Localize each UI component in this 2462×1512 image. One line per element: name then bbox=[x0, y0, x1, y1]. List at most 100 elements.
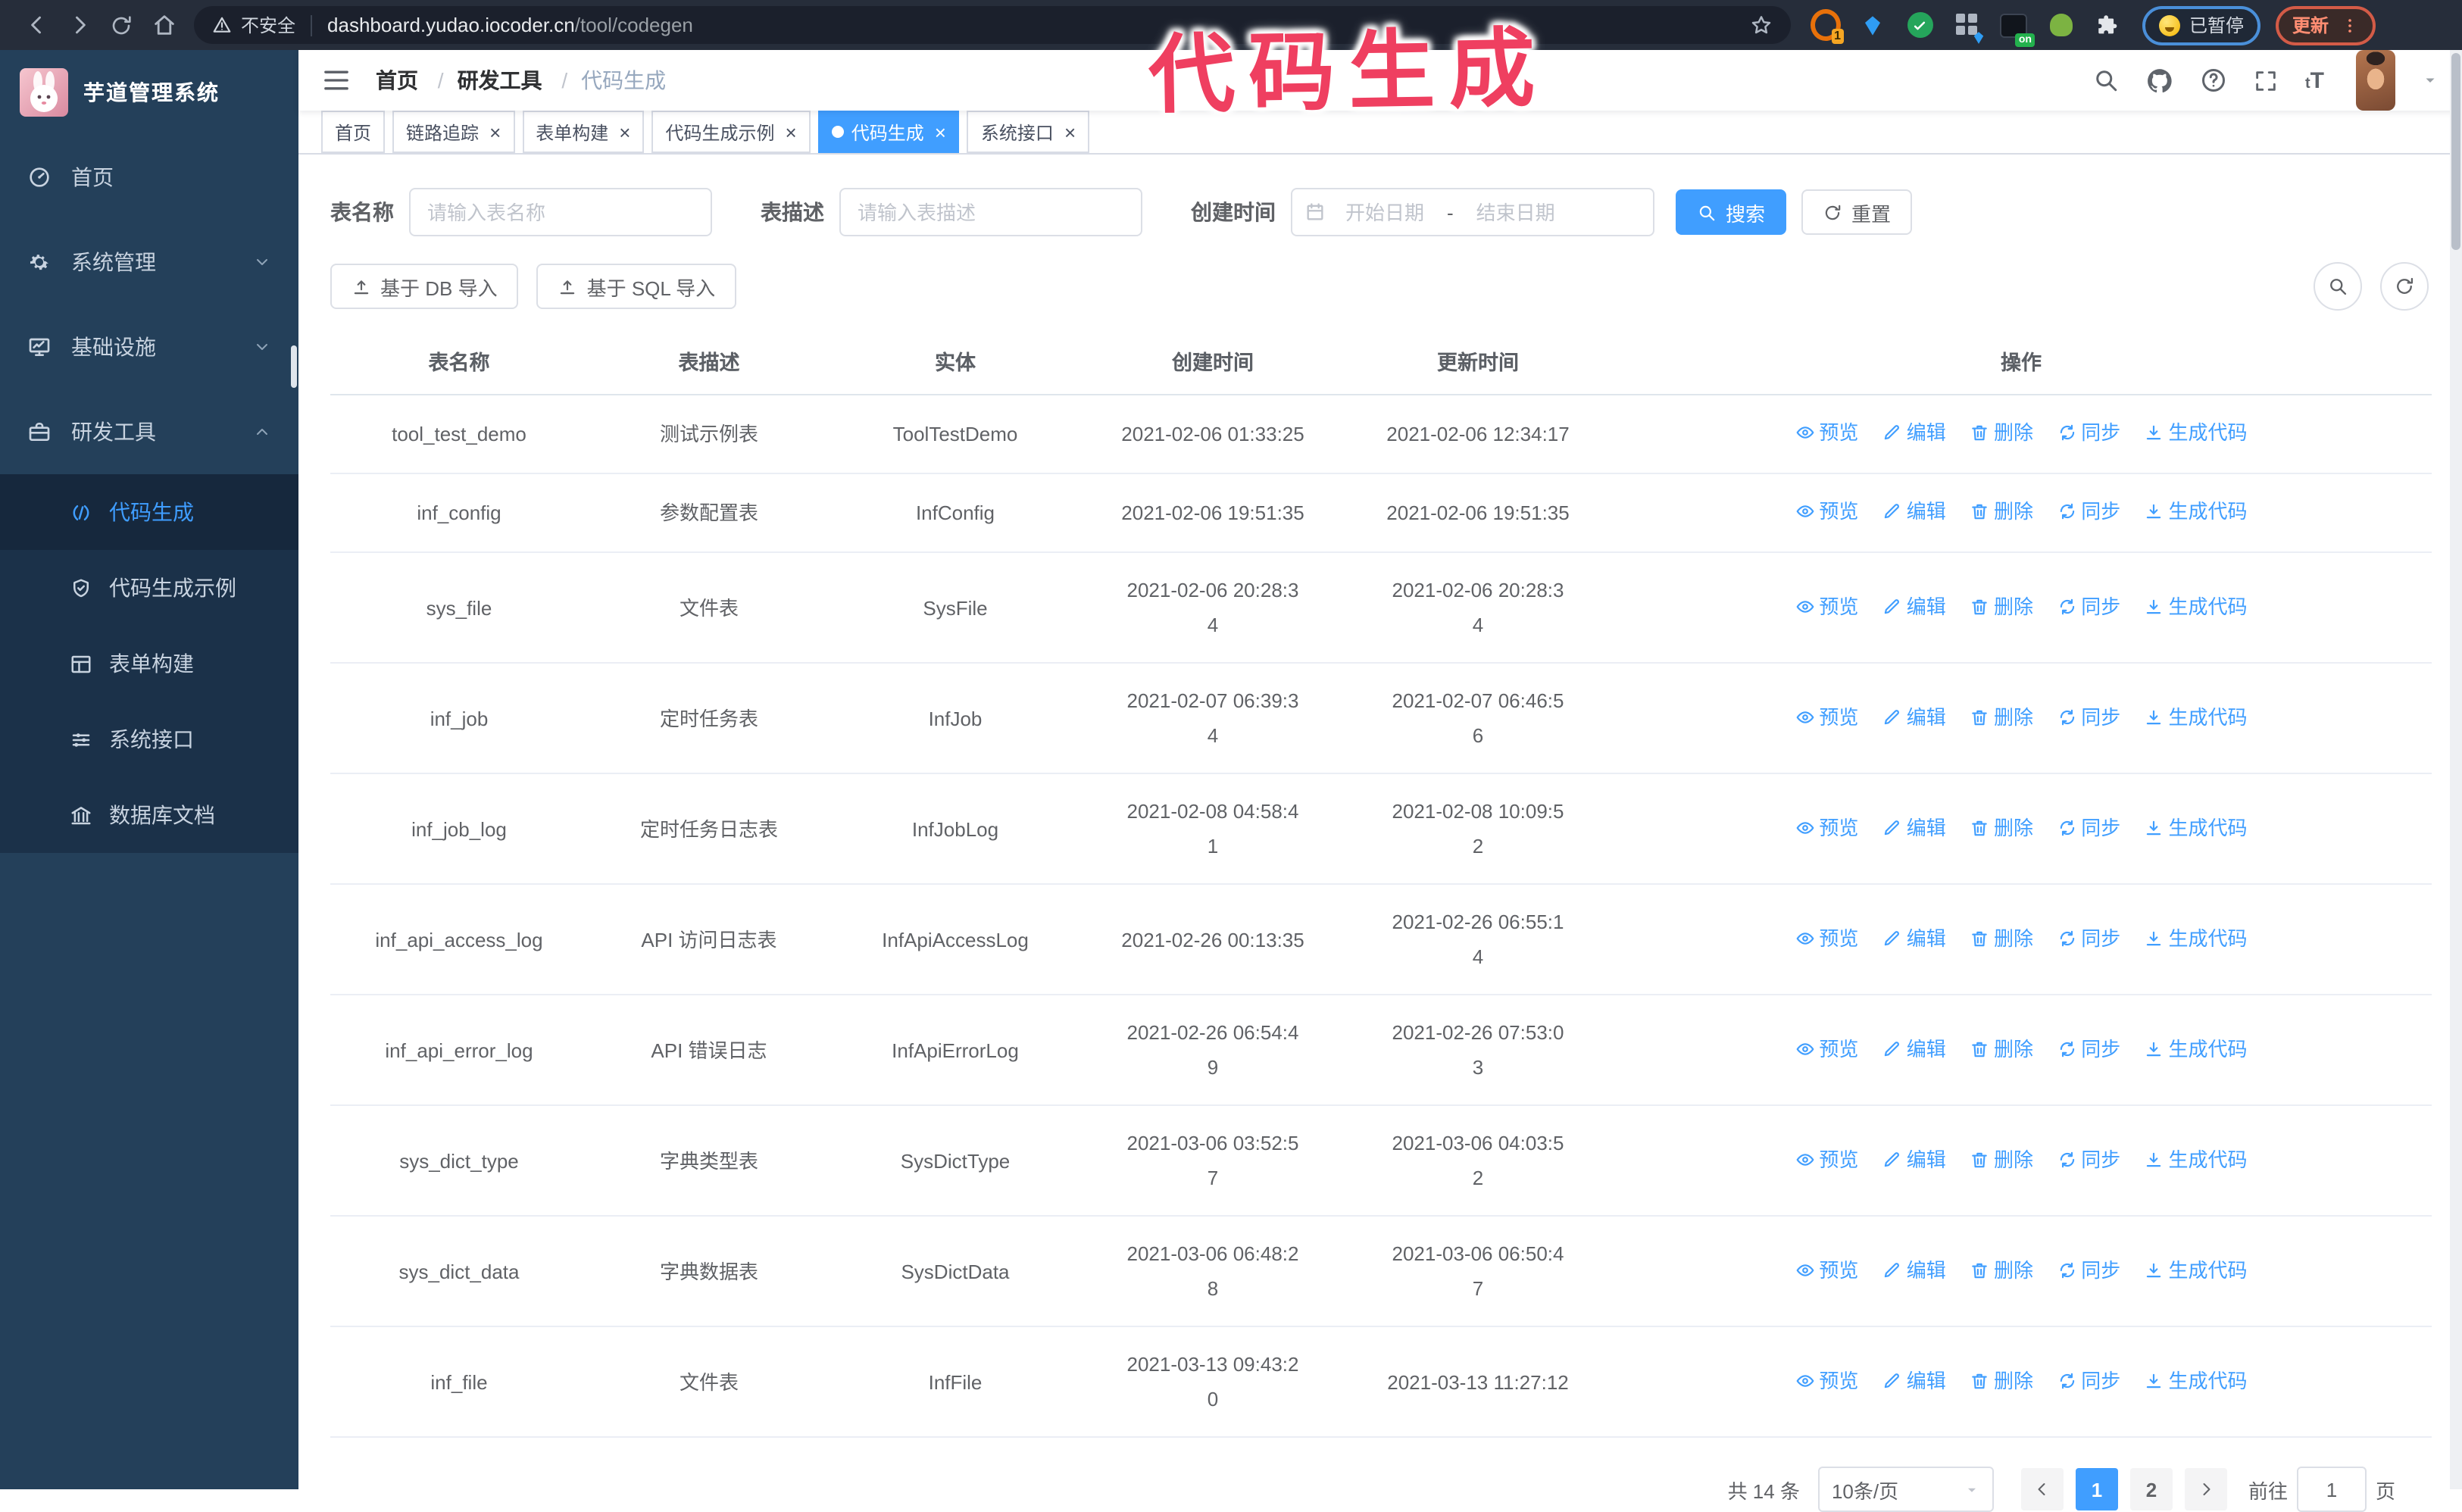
edit-link[interactable]: 编辑 bbox=[1882, 1252, 1946, 1287]
preview-link[interactable]: 预览 bbox=[1795, 1252, 1858, 1287]
delete-link[interactable]: 删除 bbox=[1970, 589, 2033, 623]
sync-link[interactable]: 同步 bbox=[2057, 920, 2120, 955]
date-start-input[interactable] bbox=[1326, 199, 1444, 225]
extension-icon-orange[interactable]: 1 bbox=[1811, 9, 1844, 43]
delete-link[interactable]: 删除 bbox=[1970, 699, 2033, 734]
tab-close-icon[interactable]: × bbox=[786, 122, 797, 142]
extension-icon-grid[interactable] bbox=[1951, 10, 1982, 40]
forward-button[interactable] bbox=[58, 4, 100, 46]
sidebar-subitem[interactable]: 系统接口 bbox=[0, 701, 298, 777]
avatar[interactable] bbox=[2356, 50, 2395, 111]
preview-link[interactable]: 预览 bbox=[1795, 494, 1858, 529]
import-db-button[interactable]: 基于 DB 导入 bbox=[330, 264, 519, 309]
tab[interactable]: 代码生成示例 × bbox=[651, 111, 811, 153]
sidebar-subitem[interactable]: 代码生成示例 bbox=[0, 550, 298, 626]
edit-link[interactable]: 编辑 bbox=[1882, 699, 1946, 734]
extension-icon-on[interactable]: on bbox=[1998, 10, 2035, 46]
table-desc-input[interactable] bbox=[839, 188, 1142, 236]
search-icon[interactable] bbox=[2093, 67, 2120, 94]
caret-down-icon[interactable] bbox=[2421, 71, 2439, 89]
generate-code-link[interactable]: 生成代码 bbox=[2145, 810, 2248, 845]
sync-link[interactable]: 同步 bbox=[2057, 589, 2120, 623]
preview-link[interactable]: 预览 bbox=[1795, 1031, 1858, 1066]
date-range-picker[interactable]: - bbox=[1291, 188, 1654, 236]
sync-link[interactable]: 同步 bbox=[2057, 1142, 2120, 1176]
tab[interactable]: 代码生成 × bbox=[817, 111, 960, 153]
sidebar-item[interactable]: 系统管理 bbox=[0, 220, 298, 305]
delete-link[interactable]: 删除 bbox=[1970, 1363, 2033, 1398]
toggle-search-button[interactable] bbox=[2314, 262, 2362, 311]
generate-code-link[interactable]: 生成代码 bbox=[2145, 1252, 2248, 1287]
paused-badge[interactable]: 已暂停 bbox=[2142, 5, 2261, 45]
sidebar-item[interactable]: 首页 bbox=[0, 135, 298, 220]
generate-code-link[interactable]: 生成代码 bbox=[2145, 1031, 2248, 1066]
tab-close-icon[interactable]: × bbox=[489, 122, 501, 142]
sidebar-subitem[interactable]: 表单构建 bbox=[0, 626, 298, 701]
preview-link[interactable]: 预览 bbox=[1795, 415, 1858, 450]
goto-page-input[interactable] bbox=[2296, 1467, 2367, 1512]
page-number-button[interactable]: 2 bbox=[2129, 1468, 2173, 1510]
preview-link[interactable]: 预览 bbox=[1795, 589, 1858, 623]
font-size-icon[interactable]: tT bbox=[2305, 67, 2324, 93]
delete-link[interactable]: 删除 bbox=[1970, 1142, 2033, 1176]
generate-code-link[interactable]: 生成代码 bbox=[2145, 589, 2248, 623]
update-button[interactable]: 更新 bbox=[2276, 5, 2376, 45]
github-icon[interactable] bbox=[2146, 66, 2175, 95]
sync-link[interactable]: 同步 bbox=[2057, 494, 2120, 529]
edit-link[interactable]: 编辑 bbox=[1882, 1031, 1946, 1066]
bookmark-star-icon[interactable] bbox=[1750, 14, 1773, 36]
page-number-button[interactable]: 1 bbox=[2075, 1468, 2118, 1510]
tab[interactable]: 表单构建 × bbox=[522, 111, 645, 153]
refresh-table-button[interactable] bbox=[2380, 262, 2429, 311]
preview-link[interactable]: 预览 bbox=[1795, 920, 1858, 955]
extension-icon-check[interactable] bbox=[1904, 10, 1935, 40]
sync-link[interactable]: 同步 bbox=[2057, 699, 2120, 734]
breadcrumb-item[interactable]: 代码生成 / bbox=[581, 65, 666, 95]
help-icon[interactable] bbox=[2201, 67, 2228, 94]
reset-button[interactable]: 重置 bbox=[1801, 189, 1913, 235]
edit-link[interactable]: 编辑 bbox=[1882, 920, 1946, 955]
delete-link[interactable]: 删除 bbox=[1970, 810, 2033, 845]
extension-icon-green[interactable] bbox=[2045, 10, 2076, 40]
sidebar-subitem[interactable]: 数据库文档 bbox=[0, 777, 298, 853]
home-button[interactable] bbox=[142, 4, 185, 46]
breadcrumb-item[interactable]: 研发工具 / bbox=[458, 65, 582, 95]
import-sql-button[interactable]: 基于 SQL 导入 bbox=[536, 264, 737, 309]
edit-link[interactable]: 编辑 bbox=[1882, 589, 1946, 623]
sidebar-item[interactable]: 研发工具 bbox=[0, 389, 298, 474]
sidebar-item[interactable]: 基础设施 bbox=[0, 305, 298, 389]
tab-close-icon[interactable]: × bbox=[935, 122, 946, 142]
table-name-input[interactable] bbox=[409, 188, 712, 236]
back-button[interactable] bbox=[15, 4, 58, 46]
url-bar[interactable]: 不安全 dashboard.yudao.iocoder.cn /tool/cod… bbox=[194, 6, 1791, 44]
hamburger-icon[interactable] bbox=[321, 65, 351, 95]
tab-close-icon[interactable]: × bbox=[619, 122, 630, 142]
page-scrollbar[interactable] bbox=[2450, 50, 2462, 1489]
preview-link[interactable]: 预览 bbox=[1795, 810, 1858, 845]
sync-link[interactable]: 同步 bbox=[2057, 1363, 2120, 1398]
tab[interactable]: 首页 × bbox=[321, 111, 386, 153]
delete-link[interactable]: 删除 bbox=[1970, 494, 2033, 529]
scrollbar-thumb[interactable] bbox=[2451, 53, 2460, 250]
tab[interactable]: 系统接口 × bbox=[967, 111, 1090, 153]
generate-code-link[interactable]: 生成代码 bbox=[2145, 494, 2248, 529]
edit-link[interactable]: 编辑 bbox=[1882, 415, 1946, 450]
generate-code-link[interactable]: 生成代码 bbox=[2145, 699, 2248, 734]
date-end-input[interactable] bbox=[1456, 199, 1575, 225]
sync-link[interactable]: 同步 bbox=[2057, 1252, 2120, 1287]
tab-close-icon[interactable]: × bbox=[1064, 122, 1076, 142]
search-button[interactable]: 搜索 bbox=[1676, 189, 1787, 235]
prev-page-button[interactable] bbox=[2020, 1468, 2064, 1510]
edit-link[interactable]: 编辑 bbox=[1882, 810, 1946, 845]
next-page-button[interactable] bbox=[2184, 1468, 2227, 1510]
preview-link[interactable]: 预览 bbox=[1795, 699, 1858, 734]
sidebar-scrollbar[interactable] bbox=[291, 345, 297, 388]
edit-link[interactable]: 编辑 bbox=[1882, 494, 1946, 529]
fullscreen-icon[interactable] bbox=[2254, 67, 2279, 93]
tab[interactable]: 链路追踪 × bbox=[392, 111, 515, 153]
app-logo[interactable]: 芋道管理系统 bbox=[0, 50, 298, 135]
edit-link[interactable]: 编辑 bbox=[1882, 1363, 1946, 1398]
preview-link[interactable]: 预览 bbox=[1795, 1363, 1858, 1398]
generate-code-link[interactable]: 生成代码 bbox=[2145, 1363, 2248, 1398]
menu-dots-icon[interactable] bbox=[2341, 16, 2359, 34]
